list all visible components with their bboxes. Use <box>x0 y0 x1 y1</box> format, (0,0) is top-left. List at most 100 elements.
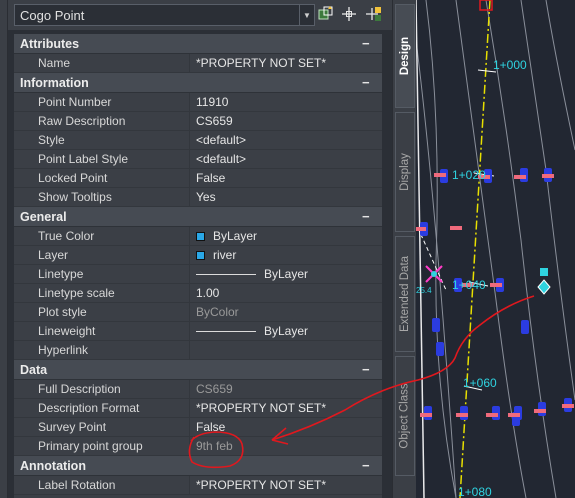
category-data[interactable]: Data − <box>14 360 382 380</box>
property-value[interactable]: <default> <box>190 131 382 149</box>
category-label: General <box>20 209 67 224</box>
property-key: Point Label Style <box>14 150 190 168</box>
category-general[interactable]: General − <box>14 207 382 227</box>
toggle-pickadd-button[interactable] <box>365 5 383 23</box>
property-value[interactable]: <default> <box>190 150 382 168</box>
property-row-locked-point[interactable]: Locked Point False <box>14 169 382 188</box>
property-value[interactable]: *PROPERTY NOT SET* <box>190 54 382 72</box>
property-row-hyperlink[interactable]: Hyperlink <box>14 341 382 360</box>
property-value[interactable]: False <box>190 418 382 436</box>
lineweight-preview <box>196 330 256 332</box>
property-key: Point Number <box>14 93 190 111</box>
property-value[interactable]: *PROPERTY NOT SET* <box>190 476 382 494</box>
chevron-down-icon[interactable]: ▼ <box>299 5 314 25</box>
pickadd-icon <box>366 7 381 21</box>
tab-label: Object Class <box>399 383 411 449</box>
property-key: Primary point group <box>14 437 190 455</box>
property-key: Locked Point <box>14 169 190 187</box>
property-key: Hyperlink <box>14 341 190 359</box>
property-row-point-number[interactable]: Point Number 11910 <box>14 93 382 112</box>
property-key: Style <box>14 131 190 149</box>
property-key: Layer <box>14 246 190 264</box>
category-label: Information <box>20 75 89 90</box>
quick-select-icon <box>318 6 333 20</box>
category-label: Data <box>20 362 48 377</box>
property-row-true-color[interactable]: True Color ByLayer <box>14 227 382 246</box>
crosshair-select-icon <box>342 7 356 21</box>
properties-toolbar: Cogo Point ▼ <box>8 0 392 30</box>
property-value: CS659 <box>196 381 233 396</box>
tab-extended-data[interactable]: Extended Data <box>395 236 415 352</box>
station-label: 1+040 <box>452 278 486 292</box>
property-value[interactable]: ByLayer <box>190 322 382 340</box>
station-label: 1+080 <box>458 485 492 498</box>
property-value: ByColor <box>196 304 239 319</box>
category-label: Annotation <box>20 458 86 473</box>
property-value[interactable]: ByLayer <box>190 227 382 245</box>
palette-tabs: Design Display Extended Data Object Clas… <box>392 0 416 498</box>
station-label: 1+020 <box>452 168 486 182</box>
object-type-value: Cogo Point <box>20 8 85 23</box>
property-row-survey-point[interactable]: Survey Point False <box>14 418 382 437</box>
property-row-full-description[interactable]: Full Description CS659 <box>14 380 382 399</box>
property-row-lineweight[interactable]: Lineweight ByLayer <box>14 322 382 341</box>
property-row-raw-description[interactable]: Raw Description CS659 <box>14 112 382 131</box>
property-value[interactable]: 1.00 <box>190 284 382 302</box>
property-key: Linetype scale <box>14 284 190 302</box>
property-row-point-label-style[interactable]: Point Label Style <default> <box>14 150 382 169</box>
property-value[interactable]: *PROPERTY NOT SET* <box>190 399 382 417</box>
collapse-icon[interactable]: − <box>362 209 374 224</box>
property-value: 9th feb <box>196 438 233 453</box>
property-key: Show Tooltips <box>14 188 190 206</box>
select-objects-button[interactable] <box>340 5 358 23</box>
station-label: 1+060 <box>463 376 497 390</box>
category-annotation[interactable]: Annotation − <box>14 456 382 476</box>
panel-left-strip <box>0 0 8 498</box>
property-key: Lineweight <box>14 322 190 340</box>
property-value-text: ByLayer <box>213 228 258 243</box>
tab-object-class[interactable]: Object Class <box>395 356 415 476</box>
property-value-text: ByLayer <box>264 323 309 338</box>
property-row-description-format[interactable]: Description Format *PROPERTY NOT SET* <box>14 399 382 418</box>
tab-label: Design <box>399 36 411 76</box>
property-key: Description Format <box>14 399 190 417</box>
tab-label: Extended Data <box>399 255 411 333</box>
point-label: 25.4 <box>416 286 432 295</box>
property-value-text: ByLayer <box>264 266 309 281</box>
property-row-layer[interactable]: Layer river <box>14 246 382 265</box>
property-row-linetype[interactable]: Linetype ByLayer <box>14 265 382 284</box>
object-type-dropdown[interactable]: Cogo Point ▼ <box>14 4 315 26</box>
property-value[interactable]: Yes <box>190 188 382 206</box>
property-value[interactable]: river <box>190 246 382 264</box>
property-value[interactable]: CS659 <box>190 112 382 130</box>
collapse-icon[interactable]: − <box>362 458 374 473</box>
property-row-primary-point-group[interactable]: Primary point group 9th feb <box>14 437 382 456</box>
tab-design[interactable]: Design <box>395 4 415 108</box>
color-swatch <box>196 250 205 260</box>
property-value-text: river <box>213 247 237 262</box>
quick-select-button[interactable] <box>317 5 335 23</box>
drawing-canvas[interactable]: 1+000 1+020 1+040 1+060 1+080 25.4 <box>416 0 575 498</box>
property-value[interactable]: 11910 <box>190 93 382 111</box>
station-label: 1+000 <box>493 58 527 72</box>
property-row-plot-style[interactable]: Plot style ByColor <box>14 303 382 322</box>
property-row-linetype-scale[interactable]: Linetype scale 1.00 <box>14 284 382 303</box>
property-value[interactable] <box>190 341 382 359</box>
property-value[interactable]: False <box>190 169 382 187</box>
property-value[interactable]: ByLayer <box>190 265 382 283</box>
collapse-icon[interactable]: − <box>362 75 374 90</box>
collapse-icon[interactable]: − <box>362 362 374 377</box>
collapse-icon[interactable]: − <box>362 36 374 51</box>
category-information[interactable]: Information − <box>14 73 382 93</box>
category-attributes[interactable]: Attributes − <box>14 34 382 54</box>
property-key: Name <box>14 54 190 72</box>
property-row-show-tooltips[interactable]: Show Tooltips Yes <box>14 188 382 207</box>
property-key: Full Description <box>14 380 190 398</box>
property-key: Survey Point <box>14 418 190 436</box>
property-row-name[interactable]: Name *PROPERTY NOT SET* <box>14 54 382 73</box>
property-key: Label Rotation <box>14 476 190 494</box>
tab-display[interactable]: Display <box>395 112 415 232</box>
property-key: Plot style <box>14 303 190 321</box>
property-row-label-rotation[interactable]: Label Rotation *PROPERTY NOT SET* <box>14 476 382 495</box>
property-row-style[interactable]: Style <default> <box>14 131 382 150</box>
